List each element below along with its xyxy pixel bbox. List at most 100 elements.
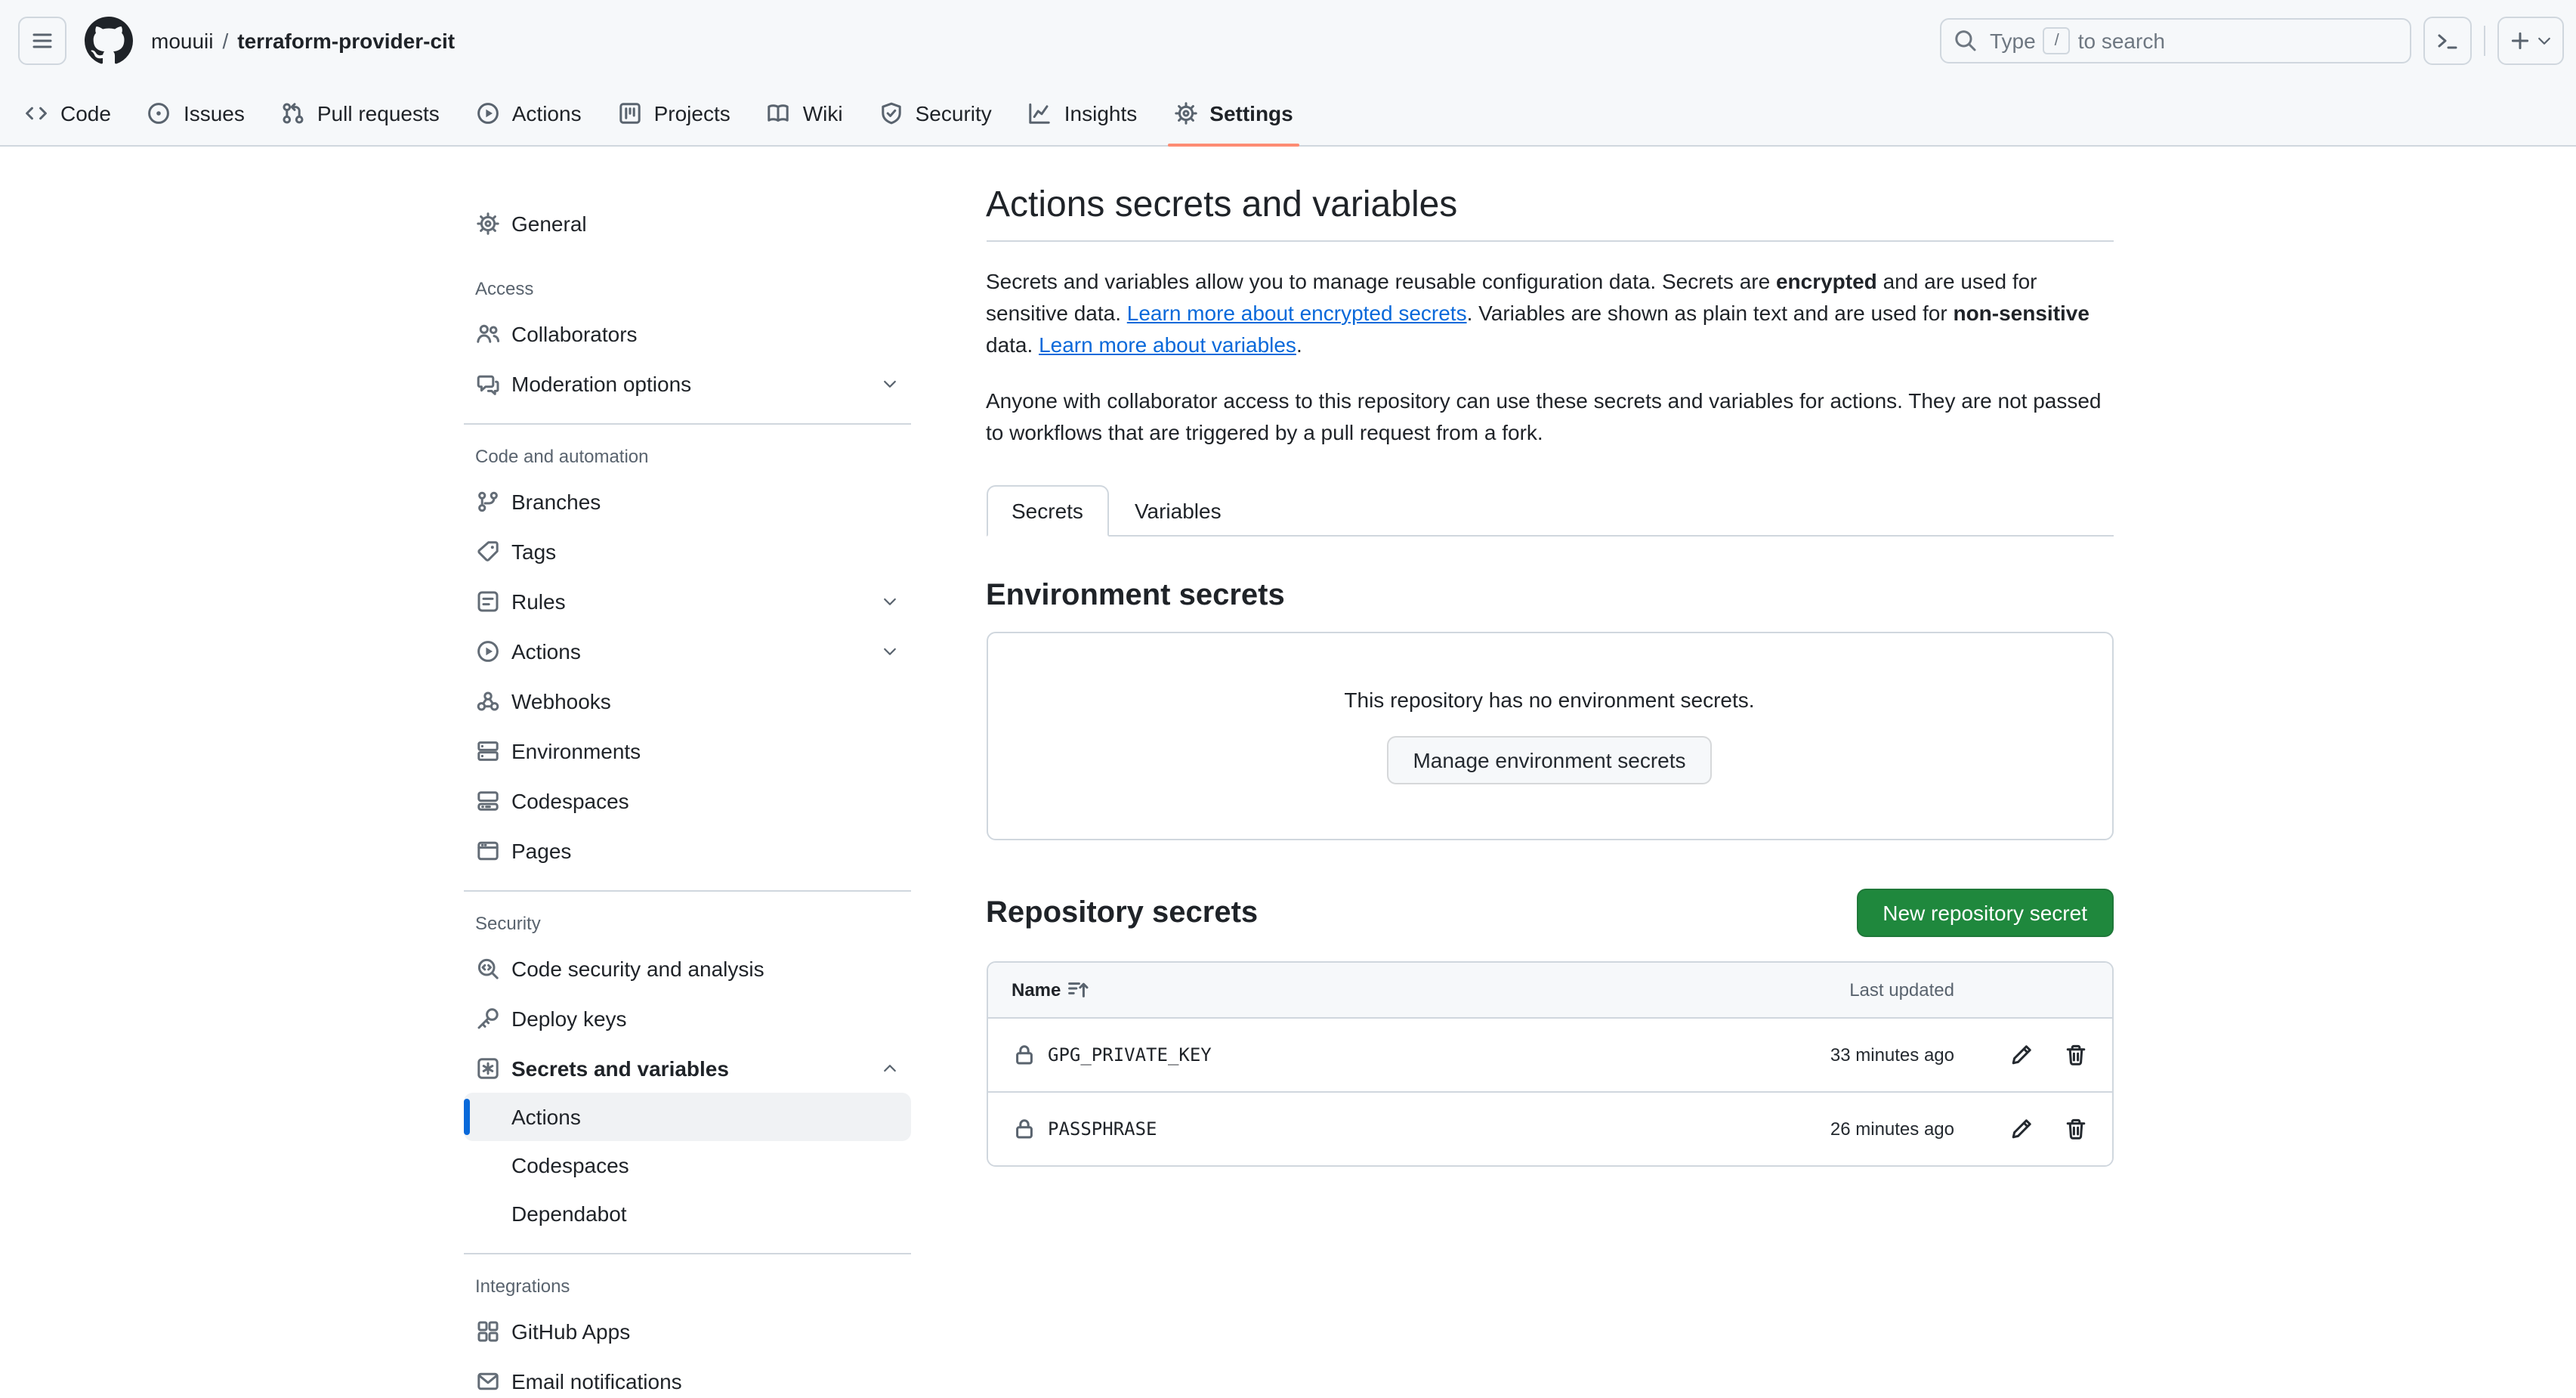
column-header-last-updated: Last updated [1728,979,1954,1001]
sidebar-subitem-actions[interactable]: Actions [463,1093,910,1141]
repo-tab-insights[interactable]: Insights [1016,82,1150,145]
sidebar-item-webhooks[interactable]: Webhooks [463,676,910,725]
plus-icon [2508,29,2532,53]
trash-icon [2063,1043,2087,1067]
comment-discussion-icon [475,371,499,395]
sidebar-subitem-dependabot[interactable]: Dependabot [463,1189,910,1238]
codespaces-icon [475,788,499,812]
chevron-down-icon [2535,32,2553,50]
search-icon [1954,29,1978,53]
header-actions: Type / to search [1940,17,2564,65]
hamburger-icon [30,29,54,53]
sidebar-item-moderation-options[interactable]: Moderation options [463,358,910,408]
tab-variables[interactable]: Variables [1109,485,1247,537]
learn-more-encrypted-secrets-link[interactable]: Learn more about encrypted secrets [1127,301,1467,325]
delete-secret-button[interactable] [2063,1043,2087,1067]
create-new-button[interactable] [2497,17,2564,65]
delete-secret-button[interactable] [2063,1117,2087,1141]
repo-tab-security[interactable]: Security [867,82,1004,145]
breadcrumb: mouuii / terraform-provider-cit [151,29,455,53]
book-icon [767,101,791,125]
server-icon [475,738,499,762]
sidebar-item-collaborators[interactable]: Collaborators [463,308,910,358]
tag-icon [475,539,499,563]
sidebar-item-general[interactable]: General [463,198,910,248]
section-title-integrations: Integrations [463,1267,910,1306]
repo-tab-code[interactable]: Code [12,82,123,145]
search-placeholder: Type / to search [1990,27,2165,54]
shield-icon [879,101,903,125]
sidebar-item-email-notifications[interactable]: Email notifications [463,1356,910,1398]
global-nav-menu-button[interactable] [18,17,66,65]
chevron-down-icon [880,592,898,610]
repo-tab-projects[interactable]: Projects [606,82,743,145]
secret-name: PASSPHRASE [1048,1118,1157,1140]
sidebar-item-branches[interactable]: Branches [463,476,910,526]
sidebar-item-tags[interactable]: Tags [463,526,910,576]
sidebar-item-github-apps[interactable]: GitHub Apps [463,1306,910,1356]
secret-name: GPG_PRIVATE_KEY [1048,1044,1212,1066]
edit-secret-button[interactable] [2009,1117,2033,1141]
table-header-row: Name Last updated [987,963,2111,1017]
pencil-icon [2009,1117,2033,1141]
github-mark-icon [85,17,133,65]
environment-secrets-empty-state: This repository has no environment secre… [986,632,2113,840]
sidebar-subitem-codespaces[interactable]: Codespaces [463,1141,910,1189]
repo-tab-nav: Code Issues Pull requests Actions Projec… [0,82,2576,145]
edit-secret-button[interactable] [2009,1043,2033,1067]
breadcrumb-separator: / [223,29,229,53]
learn-more-variables-link[interactable]: Learn more about variables [1039,332,1296,357]
top-bar: mouuii / terraform-provider-cit Type / t… [0,0,2576,147]
repo-tab-settings[interactable]: Settings [1161,82,1305,145]
search-input[interactable]: Type / to search [1940,18,2411,63]
breadcrumb-owner-link[interactable]: mouuii [151,29,214,53]
secret-actions [1954,1117,2087,1141]
settings-sidebar: General Access Collaborators Moderation … [463,183,910,1398]
repo-tab-pull-requests[interactable]: Pull requests [269,82,452,145]
github-logo[interactable] [85,17,133,65]
sidebar-item-secrets-and-variables[interactable]: Secrets and variables [463,1043,910,1093]
breadcrumb-repo-link[interactable]: terraform-provider-cit [237,29,455,53]
repo-tab-wiki[interactable]: Wiki [755,82,855,145]
key-icon [475,1006,499,1030]
git-pull-request-icon [281,101,305,125]
settings-layout: General Access Collaborators Moderation … [463,147,2113,1398]
section-title-security: Security [463,904,910,943]
sidebar-item-deploy-keys[interactable]: Deploy keys [463,993,910,1043]
manage-environment-secrets-button[interactable]: Manage environment secrets [1387,736,1711,784]
sidebar-item-pages[interactable]: Pages [463,825,910,875]
github-repo-settings-page: mouuii / terraform-provider-cit Type / t… [0,0,2576,1398]
sidebar-item-rules[interactable]: Rules [463,576,910,626]
webhook-icon [475,688,499,713]
mail-icon [475,1369,499,1393]
sidebar-item-environments[interactable]: Environments [463,725,910,775]
codescan-icon [475,956,499,980]
empty-state-message: This repository has no environment secre… [1012,688,2087,712]
secrets-and-variables-icon [475,1056,499,1080]
tab-secrets[interactable]: Secrets [986,485,1109,537]
sidebar-section-security: Security Code security and analysis Depl… [463,890,910,1238]
gear-icon [1173,101,1197,125]
repo-tab-actions[interactable]: Actions [464,82,594,145]
apps-icon [475,1319,499,1343]
issue-opened-icon [147,101,171,125]
header-divider [2484,26,2485,56]
repo-tab-issues[interactable]: Issues [135,82,257,145]
sidebar-item-codespaces[interactable]: Codespaces [463,775,910,825]
new-repository-secret-button[interactable]: New repository secret [1857,889,2113,937]
command-palette-button[interactable] [2423,17,2472,65]
sort-by-name-button[interactable]: Name [1012,978,1728,1002]
secret-actions [1954,1043,2087,1067]
play-icon [476,101,500,125]
sidebar-item-actions[interactable]: Actions [463,626,910,676]
repository-secrets-header: Repository secrets New repository secret [986,889,2113,937]
app-header: mouuii / terraform-provider-cit Type / t… [0,0,2576,82]
pencil-icon [2009,1043,2033,1067]
section-title-access: Access [463,269,910,308]
secret-name-cell: GPG_PRIVATE_KEY [1012,1043,1728,1067]
command-palette-icon [2435,29,2460,53]
secret-name-cell: PASSPHRASE [1012,1117,1728,1141]
table-row: GPG_PRIVATE_KEY 33 minutes ago [987,1017,2111,1091]
sidebar-item-code-security-and-analysis[interactable]: Code security and analysis [463,943,910,993]
secret-last-updated: 33 minutes ago [1728,1044,1954,1066]
